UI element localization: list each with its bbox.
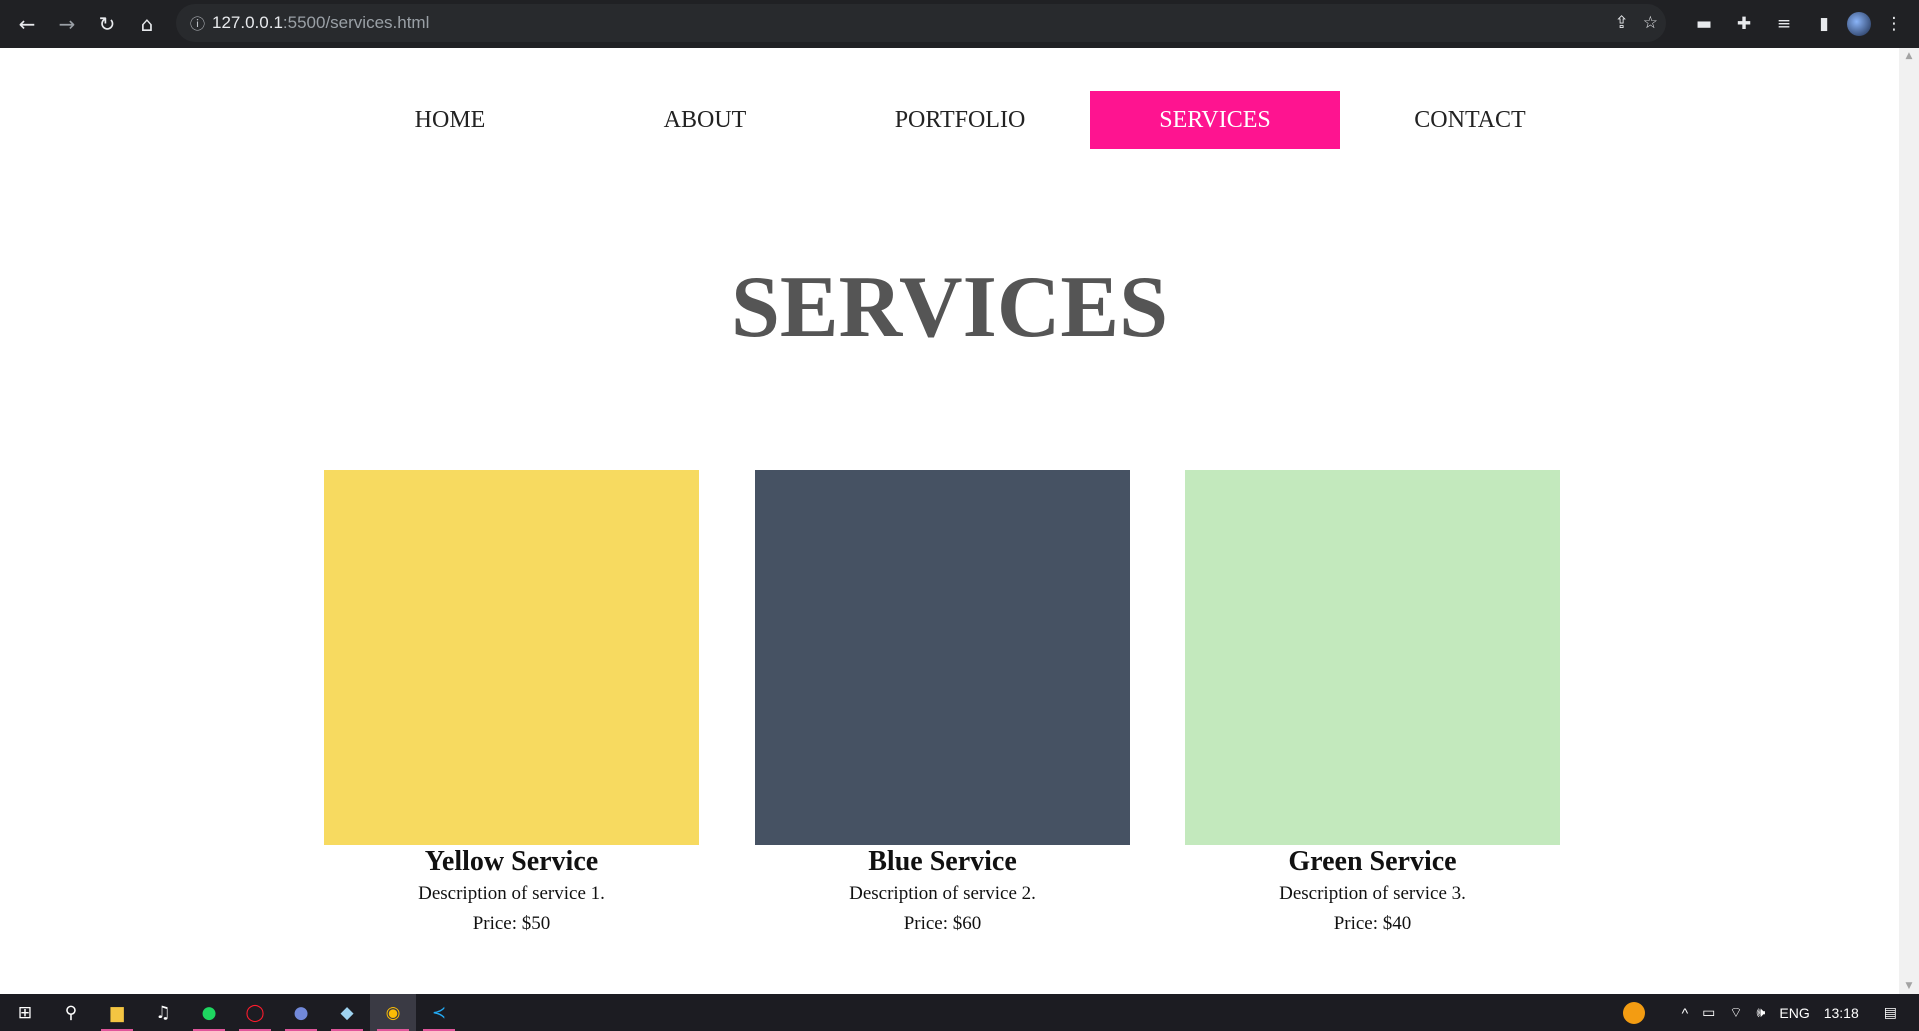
- service-swatch: [1185, 470, 1560, 845]
- vertical-scrollbar[interactable]: ▲ ▼: [1899, 48, 1919, 994]
- battery-icon[interactable]: ▭: [1695, 1004, 1722, 1021]
- file-explorer-icon[interactable]: ▆: [94, 994, 140, 1031]
- spotify-icon[interactable]: ●: [186, 994, 232, 1031]
- discord-icon[interactable]: ●: [278, 994, 324, 1031]
- info-icon[interactable]: ⓘ: [190, 13, 212, 34]
- nav-services[interactable]: SERVICES: [1090, 91, 1340, 149]
- service-price: Price: $40: [1333, 913, 1412, 934]
- url-path: :5500/services.html: [282, 13, 430, 32]
- itunes-icon[interactable]: ♫: [140, 994, 186, 1031]
- system-tray: ^ ▭ ⌔ 🕪 ENG 13:18 ▤: [1622, 994, 1919, 1031]
- service-card-yellow: Yellow Service Description of service 1.…: [324, 470, 699, 939]
- service-card-green: Green Service Description of service 3. …: [1185, 470, 1560, 939]
- chevron-up-icon[interactable]: ^: [1675, 1005, 1696, 1021]
- opera-icon[interactable]: ◯: [232, 994, 278, 1031]
- main-nav: HOME ABOUT PORTFOLIO SERVICES CONTACT: [0, 91, 1899, 149]
- service-description: Description of service 2.: [849, 883, 1036, 904]
- windows-start-icon[interactable]: ⊞: [2, 994, 48, 1031]
- service-swatch: [324, 470, 699, 845]
- nav-about[interactable]: ABOUT: [580, 91, 830, 149]
- browser-toolbar: ← → ↻ ⌂ ⓘ 127.0.0.1:5500/services.html ⇪…: [0, 0, 1919, 48]
- service-description: Description of service 3.: [1279, 883, 1466, 904]
- wifi-icon[interactable]: ⌔: [1722, 1004, 1749, 1022]
- language-indicator[interactable]: ENG: [1772, 1005, 1816, 1021]
- nav-home[interactable]: HOME: [325, 91, 575, 149]
- avatar[interactable]: [1847, 12, 1871, 36]
- service-name: Blue Service: [868, 846, 1017, 877]
- chrome-icon[interactable]: ◉: [370, 994, 416, 1031]
- nav-portfolio[interactable]: PORTFOLIO: [835, 91, 1085, 149]
- service-description: Description of service 1.: [418, 883, 605, 904]
- extension-icon[interactable]: ▬: [1687, 7, 1721, 41]
- home-icon[interactable]: ⌂: [127, 4, 167, 44]
- reload-icon[interactable]: ↻: [87, 4, 127, 44]
- notification-app-icon[interactable]: [1622, 1001, 1645, 1024]
- service-name: Green Service: [1288, 846, 1457, 877]
- notes-icon[interactable]: ◆: [324, 994, 370, 1031]
- address-bar[interactable]: ⓘ 127.0.0.1:5500/services.html ⇪ ☆: [176, 4, 1666, 42]
- volume-icon[interactable]: 🕪: [1750, 1004, 1773, 1021]
- back-icon[interactable]: ←: [7, 4, 47, 44]
- service-name: Yellow Service: [424, 846, 599, 877]
- sidepanel-icon[interactable]: ▮: [1807, 7, 1841, 41]
- forward-icon[interactable]: →: [47, 4, 87, 44]
- clock[interactable]: 13:18: [1817, 1005, 1877, 1021]
- star-icon[interactable]: ☆: [1643, 13, 1658, 33]
- page-title: SERVICES: [730, 259, 1169, 356]
- menu-icon[interactable]: ⋮: [1877, 7, 1911, 41]
- scroll-up-icon[interactable]: ▲: [1899, 48, 1919, 64]
- nav-contact[interactable]: CONTACT: [1345, 91, 1595, 149]
- media-icon[interactable]: ≡: [1767, 7, 1801, 41]
- windows-taskbar: ⊞ ⚲ ▆ ♫ ● ◯ ● ◆ ◉ ≺ ^ ▭ ⌔ 🕪 ENG 13:18 ▤: [0, 994, 1919, 1031]
- page-content: HOME ABOUT PORTFOLIO SERVICES CONTACT SE…: [0, 48, 1899, 994]
- search-icon[interactable]: ⚲: [48, 994, 94, 1031]
- url-host: 127.0.0.1: [212, 13, 283, 32]
- service-price: Price: $60: [903, 913, 982, 934]
- share-icon[interactable]: ⇪: [1615, 13, 1629, 33]
- service-swatch: [755, 470, 1130, 845]
- vscode-icon[interactable]: ≺: [416, 994, 462, 1031]
- service-card-blue: Blue Service Description of service 2. P…: [755, 470, 1130, 939]
- service-price: Price: $50: [472, 913, 551, 934]
- action-center-icon[interactable]: ▤: [1877, 1004, 1919, 1021]
- puzzle-icon[interactable]: ✚: [1727, 7, 1761, 41]
- scroll-down-icon[interactable]: ▼: [1899, 978, 1919, 994]
